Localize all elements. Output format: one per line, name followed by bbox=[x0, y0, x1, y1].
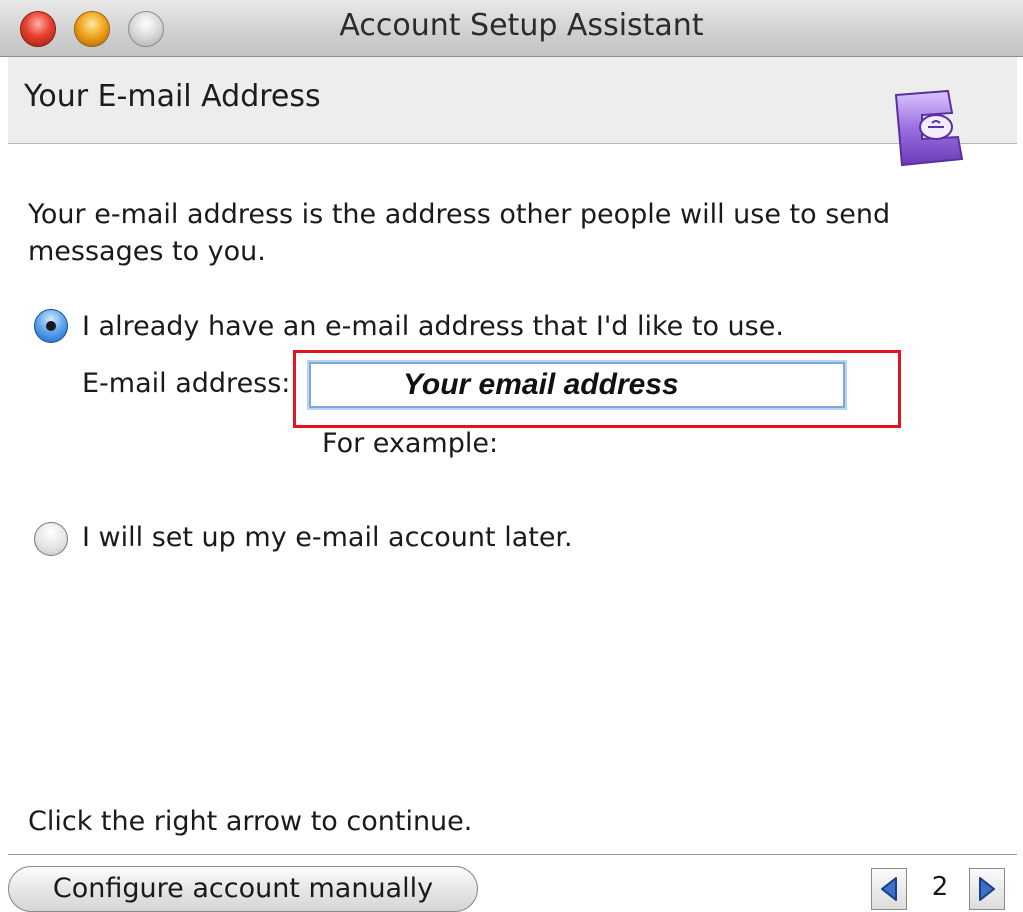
email-address-label: E-mail address: bbox=[82, 368, 291, 399]
footer-divider bbox=[8, 854, 1017, 855]
radio-setup-later[interactable] bbox=[34, 522, 68, 556]
window-title: Account Setup Assistant bbox=[339, 8, 704, 43]
email-address-input[interactable] bbox=[309, 362, 845, 408]
radio-use-existing-label[interactable]: I already have an e-mail address that I'… bbox=[82, 311, 784, 342]
title-bar: Account Setup Assistant bbox=[0, 0, 1023, 57]
page-header: Your E-mail Address bbox=[8, 57, 1017, 167]
previous-page-button[interactable] bbox=[871, 868, 907, 910]
page-number: 2 bbox=[931, 872, 949, 902]
description-text: Your e-mail address is the address other… bbox=[28, 199, 891, 267]
page-title: Your E-mail Address bbox=[24, 79, 321, 114]
configure-account-manually-button[interactable]: Configure account manually bbox=[8, 866, 478, 912]
radio-setup-later-label[interactable]: I will set up my e-mail account later. bbox=[82, 522, 573, 553]
right-arrow-icon bbox=[979, 877, 995, 901]
example-label: For example: bbox=[322, 428, 499, 459]
radio-use-existing-address[interactable] bbox=[34, 309, 68, 343]
continue-instruction: Click the right arrow to continue. bbox=[28, 806, 473, 837]
entourage-app-icon bbox=[894, 89, 964, 167]
left-arrow-icon bbox=[881, 877, 897, 901]
next-page-button[interactable] bbox=[969, 868, 1005, 910]
